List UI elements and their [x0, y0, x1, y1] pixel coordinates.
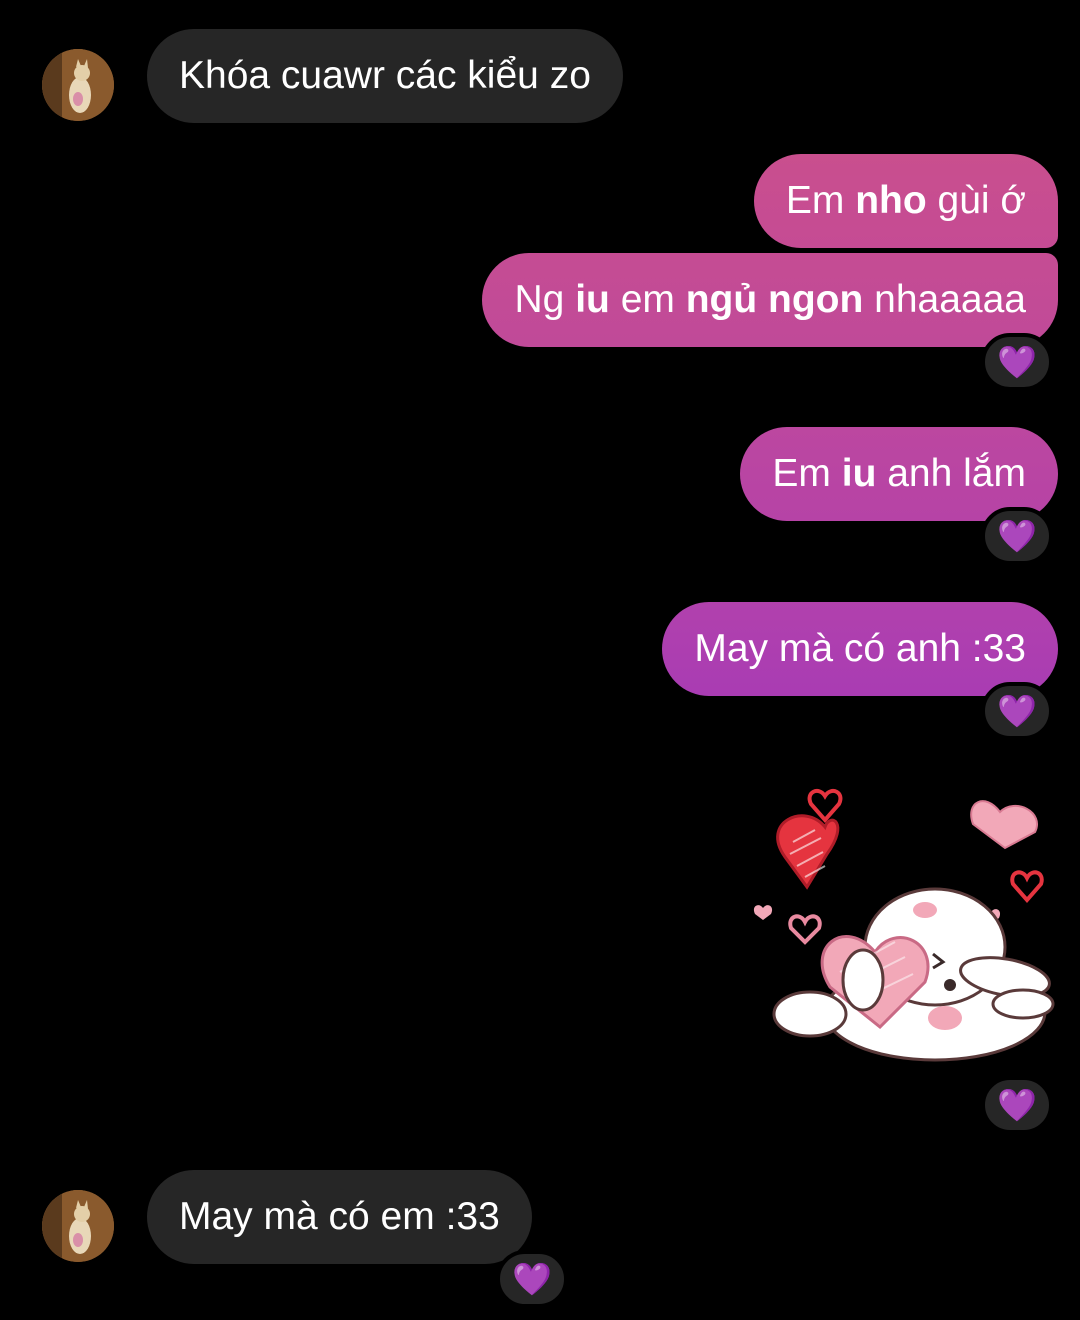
message-text-bold: ngủ ngon — [685, 278, 864, 321]
message-text: anh lắm — [876, 452, 1026, 495]
purple-heart-icon: 💜 — [997, 344, 1037, 380]
message-text-bold: iu — [841, 452, 877, 495]
purple-heart-icon: 💜 — [997, 518, 1037, 554]
cat-photo-icon — [42, 1190, 114, 1262]
message-text-bold: iu — [575, 278, 610, 321]
message-bubble-incoming[interactable]: May mà có em :33 — [147, 1170, 532, 1264]
message-text: em — [609, 278, 686, 321]
reaction-badge[interactable]: 💜 — [496, 1250, 568, 1308]
message-text: nhaaaaa — [863, 278, 1026, 321]
reaction-badge[interactable]: 💜 — [981, 507, 1053, 565]
cat-photo-icon — [42, 49, 114, 121]
purple-heart-icon: 💜 — [997, 1087, 1037, 1123]
purple-heart-icon: 💜 — [512, 1261, 552, 1297]
reaction-badge[interactable]: 💜 — [981, 1076, 1053, 1134]
message-text: gùi ớ — [926, 179, 1026, 222]
sender-avatar[interactable] — [42, 1190, 114, 1262]
message-bubble-outgoing[interactable]: Ng iu em ngủ ngon nhaaaaa — [482, 253, 1058, 347]
message-text: Em — [785, 179, 856, 222]
purple-heart-icon: 💜 — [997, 693, 1037, 729]
message-bubble-incoming[interactable]: Khóa cuawr các kiểu zo — [147, 29, 623, 123]
sticker-image — [753, 788, 1055, 1062]
reaction-badge[interactable]: 💜 — [981, 682, 1053, 740]
message-text-bold: nho — [855, 179, 927, 222]
reaction-badge[interactable]: 💜 — [981, 333, 1053, 391]
message-bubble-outgoing[interactable]: Em nho gùi ớ — [753, 154, 1058, 248]
message-text: Em — [772, 452, 842, 495]
message-text: Ng — [514, 278, 576, 321]
message-bubble-outgoing[interactable]: May mà có anh :33 — [662, 602, 1058, 696]
sender-avatar[interactable] — [42, 49, 114, 121]
bunny-hugging-heart-sticker[interactable] — [745, 782, 1055, 1072]
